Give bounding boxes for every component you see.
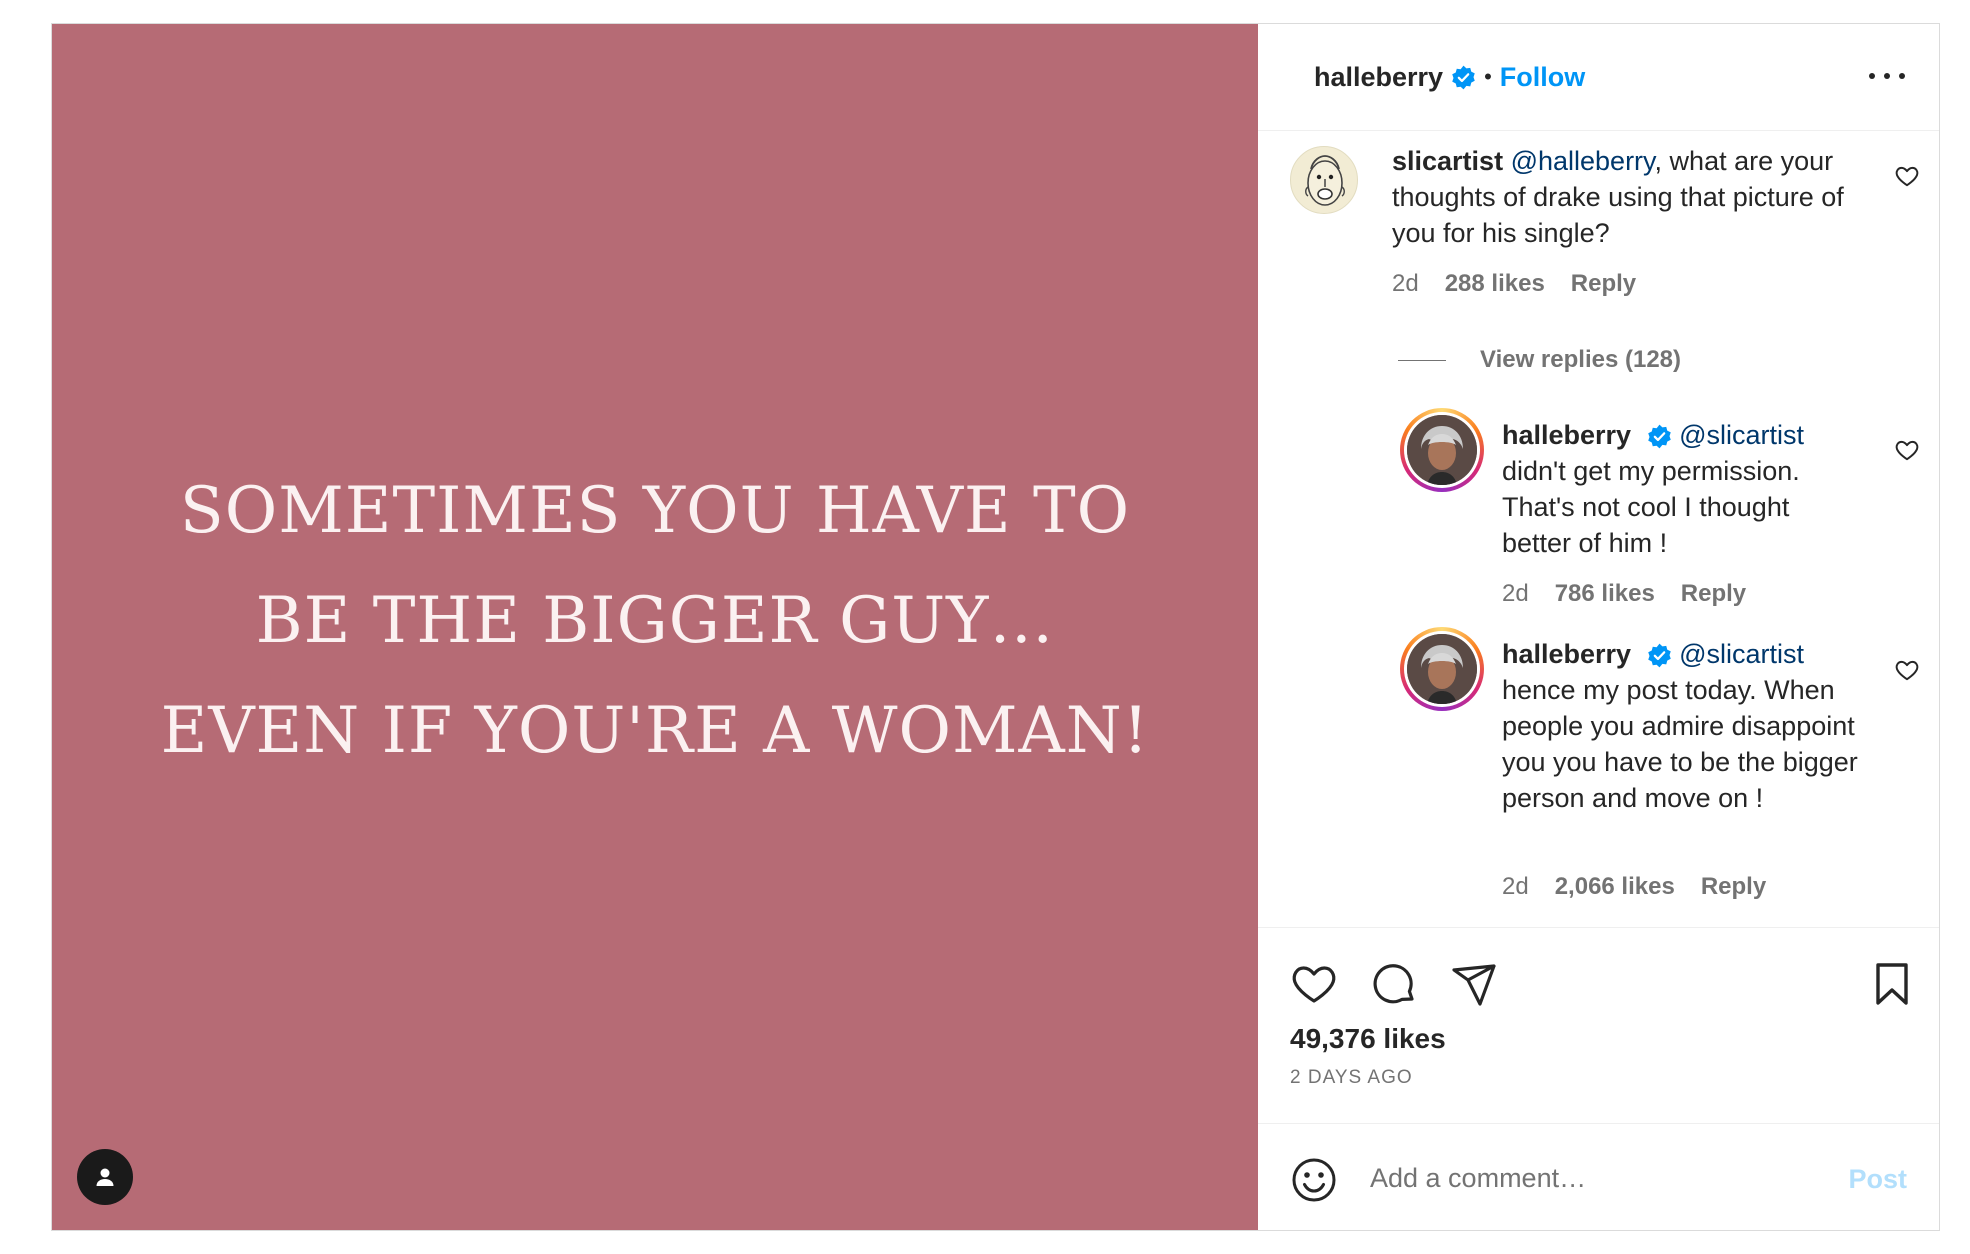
- reply-mention[interactable]: @slicartist: [1679, 420, 1804, 450]
- tagged-user-button[interactable]: [77, 1149, 133, 1205]
- reply-username[interactable]: halleberry: [1502, 420, 1631, 450]
- reply-time[interactable]: 2d: [1502, 580, 1529, 608]
- follow-button[interactable]: Follow: [1500, 62, 1585, 93]
- separator-dot: •: [1484, 64, 1492, 89]
- comment-likes[interactable]: 288 likes: [1445, 270, 1545, 298]
- heart-icon[interactable]: [1290, 960, 1338, 1008]
- avatar[interactable]: [1400, 408, 1484, 492]
- caricature-avatar-icon: [1305, 155, 1345, 206]
- reply-body: didn't get my permission. That's not coo…: [1502, 456, 1800, 558]
- post-timestamp[interactable]: 2 DAYS AGO: [1290, 1067, 1413, 1089]
- divider-line: [1398, 359, 1446, 361]
- avatar[interactable]: [1400, 627, 1484, 711]
- add-comment-bar: Post: [1258, 1123, 1939, 1230]
- reply-meta: 2d 786 likes Reply: [1502, 580, 1746, 608]
- reply-body: hence my post today. When people you adm…: [1502, 675, 1858, 813]
- author-username[interactable]: halleberry: [1314, 62, 1443, 93]
- reply-meta: 2d 2,066 likes Reply: [1502, 873, 1766, 901]
- view-replies-button[interactable]: View replies (128): [1398, 346, 1681, 374]
- comments-list: slicartist @halleberry, what are your th…: [1258, 131, 1939, 927]
- like-comment-heart-icon[interactable]: [1894, 657, 1920, 683]
- like-comment-heart-icon[interactable]: [1894, 437, 1920, 463]
- quote-text: SOMETIMES YOU HAVE TO BE THE BIGGER GUY……: [160, 474, 1150, 768]
- verified-badge-icon: [1647, 424, 1672, 449]
- bookmark-icon[interactable]: [1868, 960, 1916, 1008]
- comment-input[interactable]: [1370, 1154, 1810, 1202]
- reply-button[interactable]: Reply: [1571, 270, 1636, 298]
- post-image[interactable]: SOMETIMES YOU HAVE TO BE THE BIGGER GUY……: [52, 24, 1258, 1230]
- reply-button[interactable]: Reply: [1701, 873, 1766, 901]
- post-actions: 49,376 likes 2 DAYS AGO: [1258, 927, 1939, 1123]
- reply-text: halleberry @slicartist didn't get my per…: [1502, 417, 1862, 561]
- verified-badge-icon: [1451, 65, 1476, 90]
- reply-mention[interactable]: @slicartist: [1679, 639, 1804, 669]
- user-icon: [96, 1168, 114, 1186]
- post-sidebar: halleberry • Follow slicartist @halleber…: [1258, 24, 1939, 1230]
- reply-text: halleberry @slicartist hence my post tod…: [1502, 636, 1862, 816]
- comment-username[interactable]: slicartist: [1392, 146, 1503, 176]
- reply-time[interactable]: 2d: [1502, 873, 1529, 901]
- like-comment-heart-icon[interactable]: [1894, 163, 1920, 189]
- reply-likes[interactable]: 2,066 likes: [1555, 873, 1675, 901]
- post-comment-button[interactable]: Post: [1848, 1164, 1907, 1195]
- avatar[interactable]: [1290, 146, 1358, 214]
- comment-meta: 2d 288 likes Reply: [1392, 270, 1636, 298]
- reply-likes[interactable]: 786 likes: [1555, 580, 1655, 608]
- profile-photo-icon: [1407, 415, 1477, 485]
- comment-mention[interactable]: @halleberry: [1511, 146, 1655, 176]
- reply-button[interactable]: Reply: [1681, 580, 1746, 608]
- send-icon[interactable]: [1450, 960, 1498, 1008]
- verified-badge-icon: [1647, 643, 1672, 668]
- view-replies-label: View replies (128): [1480, 346, 1681, 373]
- comment-time[interactable]: 2d: [1392, 270, 1419, 298]
- more-options-icon[interactable]: [1869, 61, 1905, 91]
- post-likes-count[interactable]: 49,376 likes: [1290, 1023, 1446, 1055]
- post-header: halleberry • Follow: [1258, 24, 1939, 131]
- profile-photo-icon: [1407, 634, 1477, 704]
- emoji-icon[interactable]: [1290, 1156, 1338, 1204]
- comment-icon[interactable]: [1370, 960, 1418, 1008]
- instagram-post: SOMETIMES YOU HAVE TO BE THE BIGGER GUY……: [51, 23, 1940, 1231]
- reply-username[interactable]: halleberry: [1502, 639, 1631, 669]
- comment-text: slicartist @halleberry, what are your th…: [1392, 143, 1862, 251]
